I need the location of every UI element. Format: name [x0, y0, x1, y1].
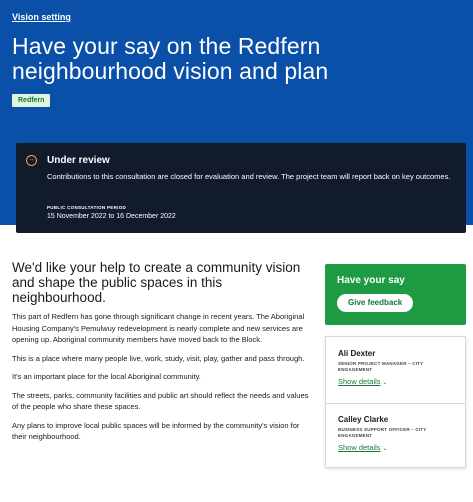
- give-feedback-button[interactable]: Give feedback: [337, 294, 414, 312]
- contact-calley-clarke: Calley Clarke BUSINESS SUPPORT OFFICER –…: [338, 415, 456, 452]
- show-details-label: Show details: [338, 377, 381, 386]
- contact-role: BUSINESS SUPPORT OFFICER – CITY ENGAGEME…: [338, 427, 427, 438]
- paragraph: This is a place where many people live, …: [12, 353, 305, 363]
- have-your-say-title: Have your say: [337, 275, 405, 286]
- show-details-label: Show details: [338, 443, 381, 452]
- contacts-card: Ali Dexter SENIOR PROJECT MANAGER – CITY…: [325, 336, 466, 468]
- contact-name: Calley Clarke: [338, 415, 389, 424]
- show-details-link[interactable]: Show details ⌄: [338, 443, 456, 452]
- arrow-right-circle-icon: →: [26, 155, 37, 166]
- paragraph: This part of Redfern has gone through si…: [12, 312, 305, 344]
- show-details-link[interactable]: Show details ⌄: [338, 377, 456, 386]
- period-dates: 15 November 2022 to 16 December 2022: [47, 213, 176, 220]
- chevron-down-icon: ⌄: [382, 380, 388, 386]
- review-status-panel: → Under review Contributions to this con…: [16, 143, 466, 233]
- paragraph: Any plans to improve local public spaces…: [12, 420, 300, 442]
- paragraph: It's an important place for the local Ab…: [12, 372, 201, 381]
- have-your-say-card: Have your say Give feedback: [325, 264, 466, 325]
- chevron-down-icon: ⌄: [382, 446, 388, 452]
- contact-ali-dexter: Ali Dexter SENIOR PROJECT MANAGER – CITY…: [338, 349, 456, 386]
- location-tag[interactable]: Redfern: [12, 94, 51, 107]
- page-title: Have your say on the Redfern neighbourho…: [12, 33, 329, 84]
- period-label: PUBLIC CONSULTATION PERIOD: [47, 205, 127, 210]
- main-content: We'd like your help to create a communit…: [12, 260, 314, 450]
- review-title: Under review: [47, 155, 110, 166]
- divider: [326, 403, 465, 404]
- breadcrumb-link[interactable]: Vision setting: [12, 12, 71, 22]
- intro-heading: We'd like your help to create a communit…: [12, 260, 301, 305]
- paragraph: The streets, parks, community facilities…: [12, 390, 309, 412]
- review-body: Contributions to this consultation are c…: [47, 172, 451, 181]
- contact-role: SENIOR PROJECT MANAGER – CITY ENGAGEMENT: [338, 361, 424, 372]
- contact-name: Ali Dexter: [338, 349, 376, 358]
